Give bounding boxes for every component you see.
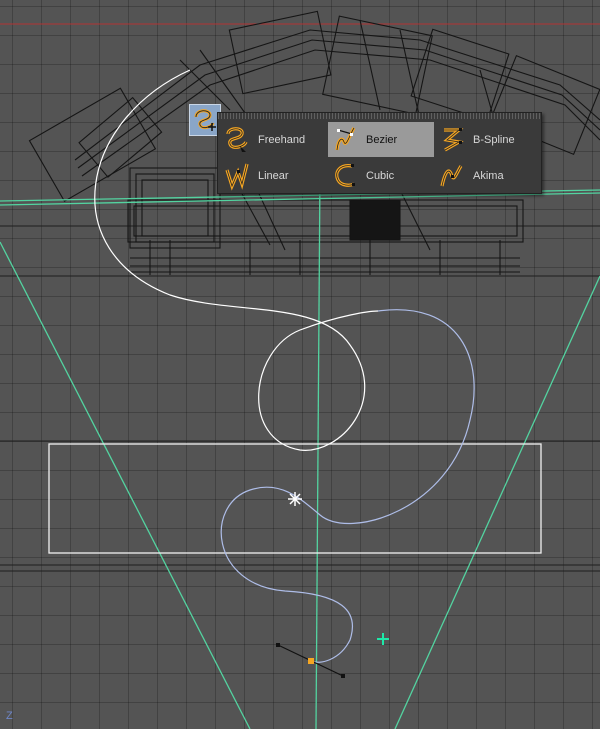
menu-item-label: B-Spline [473,133,515,146]
menu-item-label: Linear [258,169,289,182]
akima-spline-icon [440,165,463,187]
spline-pen-icon [194,109,216,131]
spline-path-active[interactable] [220,309,475,663]
cubic-spline-icon [335,164,355,187]
view-axis-indicator: Z [6,710,13,722]
scene-canvas [0,10,600,729]
menu-item-akima[interactable]: Akima [435,158,541,193]
menu-item-b-spline[interactable]: B-Spline [435,122,541,157]
3d-viewport[interactable]: Freehand Bezier B-Spline Linear Cubic Ak… [0,0,600,729]
menu-item-label: Akima [473,169,504,182]
spline-point-selected [308,658,314,664]
scene-center-crosshair-icon [377,633,389,645]
linear-spline-icon [225,163,249,191]
bezier-spline-icon [335,127,356,151]
menu-item-linear[interactable]: Linear [220,158,326,193]
b-spline-icon [443,128,464,152]
menu-item-label: Freehand [258,133,306,146]
menu-item-freehand[interactable]: Freehand [220,122,326,157]
menu-drag-handle[interactable] [218,113,541,119]
menu-item-bezier[interactable]: Bezier [328,122,434,157]
tangent-handle[interactable] [276,643,345,678]
freehand-spline-icon [226,127,248,152]
menu-item-label: Bezier [366,133,398,146]
spline-type-menu: Freehand Bezier B-Spline Linear Cubic Ak… [217,112,542,194]
menu-item-cubic[interactable]: Cubic [328,158,434,193]
menu-item-label: Cubic [366,169,395,182]
spline-origin-icon [288,492,302,506]
